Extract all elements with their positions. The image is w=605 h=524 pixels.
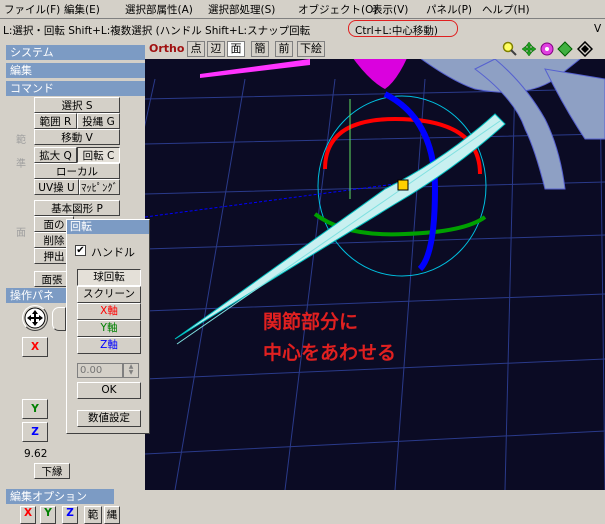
zoom-icon[interactable]	[502, 41, 518, 57]
mapping-button[interactable]: ﾏｯﾋﾟﾝｸﾞ	[79, 179, 120, 195]
selected-bone	[174, 113, 506, 340]
menu-panel[interactable]: パネル(P)	[426, 2, 472, 17]
panel-edit-option-header[interactable]: 編集オプション	[6, 489, 114, 504]
ortho-label[interactable]: Ortho	[149, 42, 184, 55]
menu-file[interactable]: ファイル(F)	[4, 2, 60, 17]
status-hint-highlight: Ctrl+L:中心移動)	[355, 25, 438, 37]
surface-panel-tab[interactable]: 面張	[34, 271, 70, 287]
leg-mesh-2	[544, 68, 605, 140]
edit-option-x[interactable]: X	[20, 506, 36, 524]
status-hint-text: L:選択・回転 Shift+L:複数選択 (ハンドル Shift+L:スナップ回…	[3, 25, 311, 37]
menu-help[interactable]: ヘルプ(H)	[482, 2, 530, 17]
lasso-button[interactable]: 投縄 G	[77, 113, 120, 129]
edit-option-range[interactable]: 範	[84, 506, 102, 524]
status-hint-right: V	[594, 23, 602, 35]
menu-edit[interactable]: 編集(E)	[64, 2, 100, 17]
four-arrows-icon	[24, 307, 46, 329]
move-view-icon[interactable]	[521, 41, 537, 57]
pivot-handle	[397, 179, 409, 191]
bottom-edge-button[interactable]: 下縁	[34, 463, 70, 479]
point-mode-button[interactable]: 点	[187, 41, 205, 57]
handle-checkbox[interactable]: ✔	[75, 245, 86, 256]
annotation-line-2: 中心をあわせる	[263, 342, 397, 364]
menu-selection-process[interactable]: 選択部処理(S)	[208, 2, 275, 17]
scale-button[interactable]: 拡大 Q	[34, 147, 77, 163]
edit-option-y[interactable]: Y	[40, 506, 56, 524]
ok-button[interactable]: OK	[77, 382, 141, 399]
fit-view-icon[interactable]	[557, 41, 573, 57]
angle-stepper[interactable]: ▲ ▼	[123, 363, 139, 378]
edge-mode-button[interactable]: 辺	[207, 41, 225, 57]
viewport-3d[interactable]: Ortho 点 辺 面 簡 前 下絵 関節部分に 中心をあわせる	[145, 39, 605, 490]
expand-view-icon[interactable]	[577, 41, 593, 57]
front-view-button[interactable]: 前	[275, 41, 293, 57]
menu-object[interactable]: オブジェクト(O)	[298, 2, 377, 17]
move-button[interactable]: 移動 V	[34, 129, 120, 145]
op-y-button[interactable]: Y	[22, 399, 48, 419]
panel-command-header[interactable]: コマンド	[6, 81, 146, 96]
edit-option-z[interactable]: Z	[62, 506, 78, 524]
menu-view[interactable]: 表示(V)	[372, 2, 408, 17]
status-hint-bar: L:選択・回転 Shift+L:複数選択 (ハンドル Shift+L:スナップ回…	[0, 18, 605, 38]
sphere-rotate-button[interactable]: 球回転	[77, 269, 141, 286]
menu-selection-attr[interactable]: 選択部属性(A)	[125, 2, 193, 17]
z-axis-button[interactable]: Z軸	[77, 337, 141, 354]
local-button[interactable]: ローカル	[34, 163, 120, 179]
op-z-button[interactable]: Z	[22, 422, 48, 442]
select-button[interactable]: 選択 S	[34, 97, 120, 113]
rotate-button[interactable]: 回転 C	[77, 147, 120, 163]
op-value: 9.62	[24, 448, 48, 460]
edit-option-rope[interactable]: 縄	[104, 506, 120, 524]
panel-edit-header[interactable]: 編集	[6, 63, 146, 78]
panel-system-header[interactable]: システム	[6, 45, 146, 60]
command-side-label-standard: 準	[16, 159, 26, 170]
angle-input[interactable]	[77, 363, 123, 378]
simple-mode-button[interactable]: 簡	[251, 41, 269, 57]
rotate-dialog: 回転 ✔ ハンドル 球回転 スクリーン X軸 Y軸 Z軸 ▲▼ OK 数値設定	[66, 219, 150, 434]
op-x-button[interactable]: X	[22, 337, 48, 357]
screen-button[interactable]: スクリーン	[77, 286, 141, 303]
numeric-setting-button[interactable]: 数値設定	[77, 410, 141, 427]
rotate-handle-button[interactable]	[52, 307, 66, 331]
annotation-line-1: 関節部分に	[263, 311, 359, 333]
basic-shape-button[interactable]: 基本図形 P	[34, 200, 120, 216]
rotate-dialog-title[interactable]: 回転	[67, 220, 149, 234]
viewport-scene	[145, 39, 605, 490]
command-side-label-face: 面	[16, 228, 26, 239]
face-mode-button[interactable]: 面	[227, 41, 245, 57]
range-button[interactable]: 範囲 R	[34, 113, 77, 129]
move-handle-button[interactable]	[22, 305, 48, 331]
rotate-view-icon[interactable]	[539, 41, 555, 57]
y-axis-button[interactable]: Y軸	[77, 320, 141, 337]
bottom-image-button[interactable]: 下絵	[297, 41, 325, 57]
magenta-stripe	[200, 59, 310, 78]
uv-button[interactable]: UV操 U	[34, 179, 79, 195]
command-side-label-range: 範	[16, 135, 26, 146]
menu-bar: ファイル(F) 編集(E) 選択部属性(A) 選択部処理(S) オブジェクト(O…	[0, 0, 605, 16]
x-axis-button[interactable]: X軸	[77, 303, 141, 320]
panel-operation-header[interactable]: 操作パネ	[6, 288, 68, 303]
handle-label: ハンドル	[91, 246, 135, 259]
